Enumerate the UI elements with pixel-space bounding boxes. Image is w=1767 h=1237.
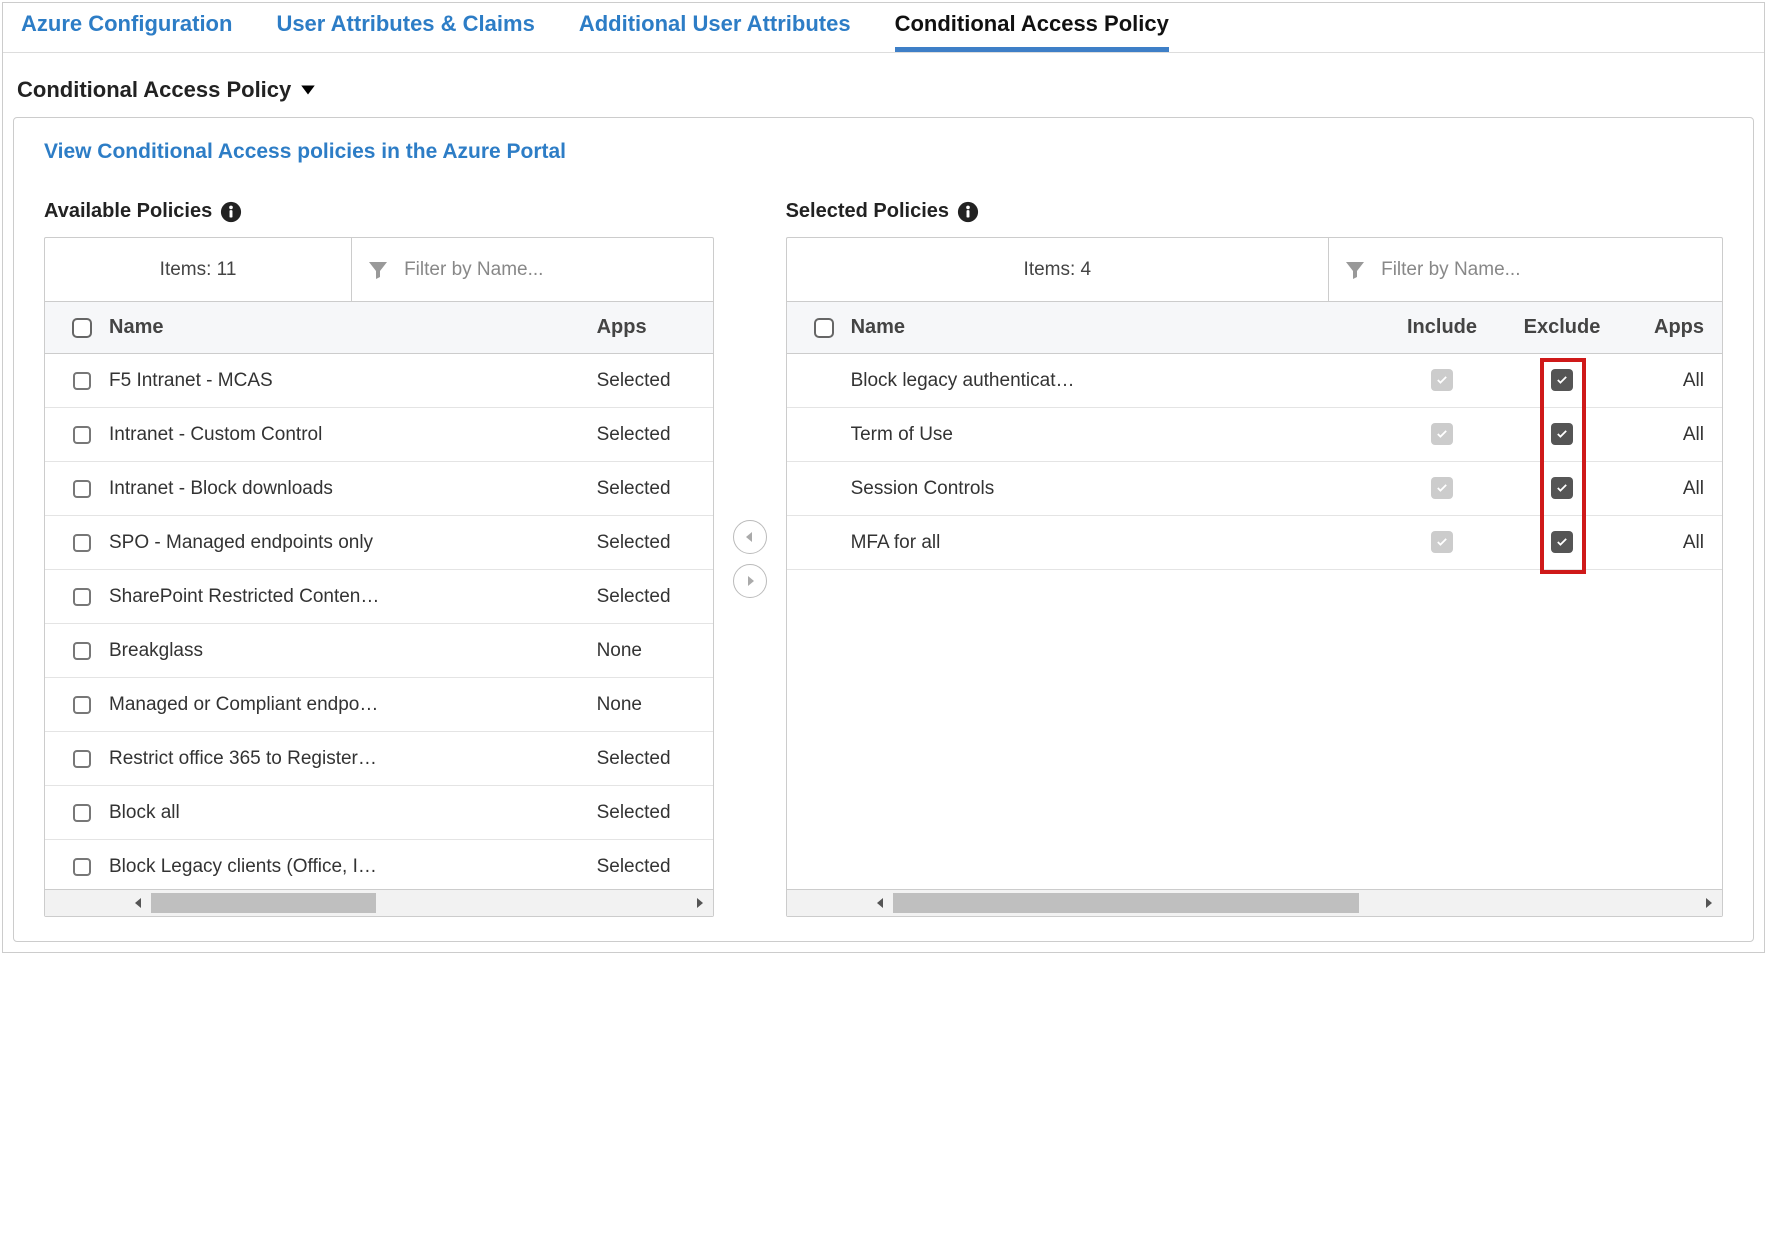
include-checkbox	[1431, 369, 1453, 391]
section-title: Conditional Access Policy	[17, 77, 291, 103]
column-include[interactable]: Include	[1382, 316, 1502, 339]
row-checkbox[interactable]	[73, 588, 91, 606]
table-row[interactable]: BreakglassNone	[45, 624, 713, 678]
policy-apps: All	[1622, 370, 1722, 392]
include-checkbox	[1431, 477, 1453, 499]
include-checkbox	[1431, 531, 1453, 553]
policy-name: Block legacy authenticat…	[847, 370, 1382, 392]
move-right-button[interactable]	[733, 564, 767, 598]
policy-apps: Selected	[593, 478, 713, 500]
available-policies-title: Available Policies	[44, 200, 212, 223]
info-icon[interactable]	[220, 201, 242, 223]
policy-apps: None	[593, 640, 713, 662]
available-select-all-checkbox[interactable]	[72, 318, 92, 338]
policy-name: Breakglass	[105, 640, 593, 662]
selected-filter-input[interactable]	[1381, 259, 1708, 281]
table-row[interactable]: Managed or Compliant endpo…None	[45, 678, 713, 732]
column-name[interactable]: Name	[105, 316, 593, 339]
table-row[interactable]: F5 Intranet - MCASSelected	[45, 354, 713, 408]
selected-horizontal-scrollbar[interactable]	[787, 890, 1722, 916]
policy-apps: All	[1622, 424, 1722, 446]
policy-name: Restrict office 365 to Register…	[105, 748, 593, 770]
funnel-icon	[1343, 258, 1367, 282]
policy-apps: None	[593, 694, 713, 716]
policy-apps: Selected	[593, 586, 713, 608]
tab-user-attributes-claims[interactable]: User Attributes & Claims	[276, 9, 534, 52]
policy-name: Intranet - Block downloads	[105, 478, 593, 500]
row-checkbox[interactable]	[73, 804, 91, 822]
row-checkbox[interactable]	[73, 858, 91, 876]
table-row[interactable]: SharePoint Restricted Conten…Selected	[45, 570, 713, 624]
policy-name: Managed or Compliant endpo…	[105, 694, 593, 716]
table-row[interactable]: Term of Use All	[787, 408, 1722, 462]
row-checkbox[interactable]	[73, 534, 91, 552]
exclude-checkbox[interactable]	[1551, 531, 1573, 553]
table-row[interactable]: Intranet - Block downloadsSelected	[45, 462, 713, 516]
available-filter-input[interactable]	[404, 259, 699, 281]
exclude-checkbox[interactable]	[1551, 423, 1573, 445]
table-row[interactable]: Session Controls All	[787, 462, 1722, 516]
column-apps[interactable]: Apps	[593, 316, 713, 339]
selected-rows: Block legacy authenticat… All Term of Use A…	[787, 354, 1722, 889]
selected-policies-list: Items: 4 Name Include Exclude Apps	[786, 237, 1723, 917]
funnel-icon	[366, 258, 390, 282]
row-checkbox[interactable]	[73, 696, 91, 714]
table-row[interactable]: Block Legacy clients (Office, I…Selected	[45, 840, 713, 889]
table-row[interactable]: SPO - Managed endpoints onlySelected	[45, 516, 713, 570]
table-row[interactable]: Intranet - Custom ControlSelected	[45, 408, 713, 462]
column-apps[interactable]: Apps	[1622, 316, 1722, 339]
table-row[interactable]: Restrict office 365 to Register…Selected	[45, 732, 713, 786]
policy-name: F5 Intranet - MCAS	[105, 370, 593, 392]
policy-apps: Selected	[593, 370, 713, 392]
include-checkbox	[1431, 423, 1453, 445]
column-exclude[interactable]: Exclude	[1502, 316, 1622, 339]
exclude-checkbox[interactable]	[1551, 477, 1573, 499]
available-policies-list: Items: 11 Name Apps F5 Intranet - MCASSe…	[44, 237, 714, 917]
policy-apps: All	[1622, 532, 1722, 554]
row-checkbox[interactable]	[73, 750, 91, 768]
available-horizontal-scrollbar[interactable]	[45, 890, 713, 916]
exclude-checkbox[interactable]	[1551, 369, 1573, 391]
move-left-button[interactable]	[733, 520, 767, 554]
table-row[interactable]: MFA for all All	[787, 516, 1722, 570]
selected-items-count: Items: 4	[787, 238, 1330, 301]
policy-name: Block all	[105, 802, 593, 824]
available-items-count: Items: 11	[45, 238, 352, 301]
policy-name: Block Legacy clients (Office, I…	[105, 856, 593, 878]
info-icon[interactable]	[957, 201, 979, 223]
table-row[interactable]: Block allSelected	[45, 786, 713, 840]
section-toggle[interactable]: Conditional Access Policy	[3, 53, 1764, 117]
column-name[interactable]: Name	[847, 316, 1382, 339]
tab-additional-user-attributes[interactable]: Additional User Attributes	[579, 9, 851, 52]
selected-select-all-checkbox[interactable]	[814, 318, 834, 338]
policy-name: MFA for all	[847, 532, 1382, 554]
tab-azure-configuration[interactable]: Azure Configuration	[21, 9, 232, 52]
chevron-down-icon	[299, 81, 317, 99]
row-checkbox[interactable]	[73, 426, 91, 444]
policy-apps: Selected	[593, 532, 713, 554]
row-checkbox[interactable]	[73, 372, 91, 390]
view-in-azure-portal-link[interactable]: View Conditional Access policies in the …	[44, 140, 566, 163]
policy-apps: Selected	[593, 802, 713, 824]
policy-name: Term of Use	[847, 424, 1382, 446]
policy-panel: View Conditional Access policies in the …	[13, 117, 1754, 942]
policy-name: Session Controls	[847, 478, 1382, 500]
tab-bar: Azure Configuration User Attributes & Cl…	[3, 3, 1764, 53]
policy-name: Intranet - Custom Control	[105, 424, 593, 446]
selected-policies-title: Selected Policies	[786, 200, 949, 223]
available-filter[interactable]	[352, 238, 713, 301]
policy-apps: Selected	[593, 856, 713, 878]
tab-conditional-access-policy[interactable]: Conditional Access Policy	[895, 9, 1169, 52]
available-rows-scroll[interactable]: F5 Intranet - MCASSelectedIntranet - Cus…	[45, 354, 713, 889]
policy-name: SPO - Managed endpoints only	[105, 532, 593, 554]
row-checkbox[interactable]	[73, 480, 91, 498]
policy-apps: All	[1622, 478, 1722, 500]
policy-name: SharePoint Restricted Conten…	[105, 586, 593, 608]
table-row[interactable]: Block legacy authenticat… All	[787, 354, 1722, 408]
policy-apps: Selected	[593, 748, 713, 770]
selected-filter[interactable]	[1329, 238, 1722, 301]
policy-apps: Selected	[593, 424, 713, 446]
row-checkbox[interactable]	[73, 642, 91, 660]
